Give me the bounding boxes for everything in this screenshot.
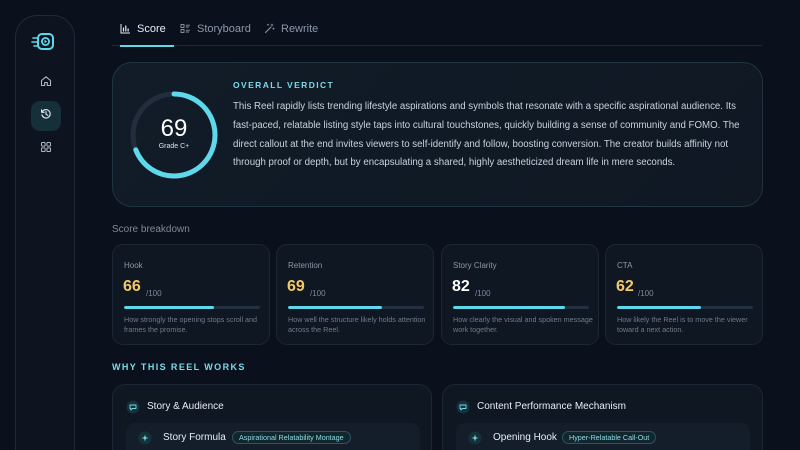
score-progress-track: [453, 306, 589, 309]
magic-wand-icon: [264, 23, 275, 37]
score-progress-fill: [124, 306, 214, 309]
overall-score: 69: [160, 115, 188, 142]
sidebar-item-home[interactable]: [31, 68, 61, 98]
overall-verdict-card: 69 Grade C+ OVERALL VERDICT This Reel ra…: [112, 62, 763, 207]
overall-grade: Grade C+: [158, 143, 190, 150]
why-card-title: Story & Audience: [147, 401, 224, 412]
why-item-tag: Aspirational Relatability Montage: [232, 431, 351, 444]
why-item-story-formula[interactable]: Story Formula Aspirational Relatability …: [126, 423, 420, 450]
chat-bubble-icon: [456, 400, 470, 414]
why-item-tag: Hyper-Relatable Call-Out: [562, 431, 657, 444]
score-card-value: 69: [287, 278, 305, 295]
chat-bubble-icon: [126, 400, 140, 414]
score-card-description: How clearly the visual and spoken messag…: [453, 315, 593, 334]
score-card-outof: /100: [146, 289, 162, 298]
score-card-description: How strongly the opening stops scroll an…: [124, 315, 258, 334]
verdict-text: This Reel rapidly lists trending lifesty…: [233, 101, 740, 169]
sidebar: [15, 15, 75, 450]
why-card-story-audience: Story & Audience Story Formula Aspiratio…: [112, 384, 432, 450]
tab-bar: Score Storyboard Rewrite: [112, 16, 762, 47]
score-card-outof: /100: [475, 289, 491, 298]
score-progress-track: [124, 306, 260, 309]
score-card-value: 62: [616, 278, 634, 295]
score-card-label: CTA: [617, 261, 633, 270]
score-card-label: Hook: [124, 261, 143, 270]
score-breakdown-title: Score breakdown: [112, 224, 190, 235]
score-progress-track: [288, 306, 424, 309]
score-progress-fill: [617, 306, 702, 309]
tab-rewrite[interactable]: Rewrite: [264, 16, 320, 46]
tab-storyboard[interactable]: Storyboard: [180, 16, 251, 46]
tab-score-label: Score: [137, 23, 166, 35]
score-card-label: Story Clarity: [453, 261, 497, 270]
score-card-story-clarity: Story Clarity 82 /100 How clearly the vi…: [441, 244, 599, 345]
score-card-outof: /100: [310, 289, 326, 298]
why-item-title: Story Formula: [163, 432, 226, 443]
score-card-hook: Hook 66 /100 How strongly the opening st…: [112, 244, 270, 345]
home-icon: [40, 74, 52, 92]
score-progress-track: [617, 306, 753, 309]
sidebar-item-grid[interactable]: [31, 134, 61, 164]
score-card-cta: CTA 62 /100 How likely the Reel is to mo…: [605, 244, 763, 345]
score-card-value: 66: [123, 278, 141, 295]
why-card-content-performance: Content Performance Mechanism Opening Ho…: [442, 384, 763, 450]
score-card-retention: Retention 69 /100 How well the structure…: [276, 244, 434, 345]
sparkle-icon: [138, 431, 152, 445]
tab-rewrite-label: Rewrite: [281, 23, 319, 35]
sidebar-item-history[interactable]: [31, 101, 61, 131]
score-progress-fill: [453, 306, 565, 309]
tab-storyboard-label: Storyboard: [197, 23, 251, 35]
why-card-title: Content Performance Mechanism: [477, 401, 626, 412]
verdict-heading: OVERALL VERDICT: [233, 80, 335, 90]
score-card-label: Retention: [288, 261, 323, 270]
sparkle-icon: [468, 431, 482, 445]
score-card-outof: /100: [638, 289, 654, 298]
score-card-description: How likely the Reel is to move the viewe…: [617, 315, 748, 334]
app-logo-icon[interactable]: [31, 28, 59, 56]
grid-icon: [40, 140, 52, 158]
tab-score[interactable]: Score: [120, 16, 174, 47]
score-card-description: How well the structure likely holds atte…: [288, 315, 426, 334]
bar-chart-icon: [120, 23, 131, 37]
why-item-opening-hook[interactable]: Opening Hook Hyper-Relatable Call-Out: [456, 423, 750, 450]
history-icon: [40, 107, 52, 125]
why-section-title: WHY THIS REEL WORKS: [112, 362, 246, 372]
score-card-value: 82: [452, 278, 470, 295]
score-progress-fill: [288, 306, 382, 309]
storyboard-icon: [180, 23, 191, 37]
why-item-title: Opening Hook: [493, 432, 557, 443]
